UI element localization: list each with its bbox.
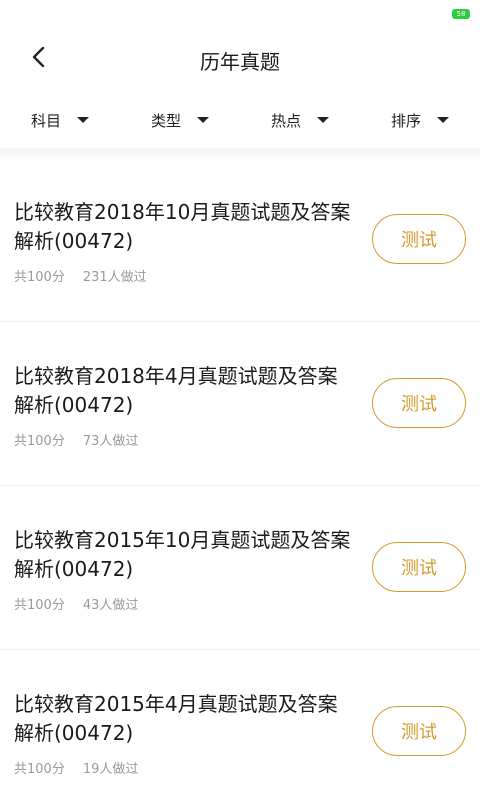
- filter-sort[interactable]: 排序: [360, 92, 480, 148]
- filter-label: 类型: [150, 111, 181, 130]
- item-count: 19人做过: [82, 762, 139, 777]
- filter-subject[interactable]: 科目: [0, 92, 120, 148]
- page-title: 历年真题: [200, 50, 280, 74]
- item-meta: 共100分 231人做过: [14, 266, 147, 285]
- divider: [0, 148, 480, 158]
- list-item[interactable]: 比较教育2018年4月真题试题及答案解析(00472) 共100分 73人做过 测…: [0, 322, 480, 486]
- filter-label: 科目: [30, 111, 61, 130]
- test-button[interactable]: 测试: [372, 542, 466, 592]
- header: 历年真题: [0, 26, 480, 92]
- item-title: 比较教育2018年4月真题试题及答案解析(00472): [14, 364, 338, 417]
- item-score: 共100分: [14, 270, 65, 285]
- item-score: 共100分: [14, 598, 65, 613]
- test-button[interactable]: 测试: [372, 378, 466, 428]
- item-meta: 共100分 73人做过: [14, 430, 138, 449]
- filter-bar: 科目 类型 热点 排序: [0, 92, 480, 148]
- caret-down-icon: [317, 117, 329, 123]
- item-title: 比较教育2018年10月真题试题及答案解析(00472): [14, 200, 351, 253]
- list-item[interactable]: 比较教育2018年10月真题试题及答案解析(00472) 共100分 231人做过…: [0, 158, 480, 322]
- test-button[interactable]: 测试: [372, 706, 466, 756]
- item-count: 231人做过: [82, 270, 147, 285]
- item-score: 共100分: [14, 434, 65, 449]
- caret-down-icon: [197, 117, 209, 123]
- list-item[interactable]: 比较教育2015年4月真题试题及答案解析(00472) 共100分 19人做过 测…: [0, 650, 480, 800]
- caret-down-icon: [437, 117, 449, 123]
- item-title: 比较教育2015年4月真题试题及答案解析(00472): [14, 692, 338, 745]
- item-count: 43人做过: [82, 598, 139, 613]
- item-score: 共100分: [14, 762, 65, 777]
- status-bar: 58: [0, 0, 480, 26]
- exam-list: 比较教育2018年10月真题试题及答案解析(00472) 共100分 231人做过…: [0, 158, 480, 800]
- test-button[interactable]: 测试: [372, 214, 466, 264]
- filter-hot[interactable]: 热点: [240, 92, 360, 148]
- list-item[interactable]: 比较教育2015年10月真题试题及答案解析(00472) 共100分 43人做过 …: [0, 486, 480, 650]
- filter-label: 热点: [270, 111, 301, 130]
- filter-label: 排序: [390, 111, 421, 130]
- filter-type[interactable]: 类型: [120, 92, 240, 148]
- item-meta: 共100分 43人做过: [14, 594, 138, 613]
- item-count: 73人做过: [82, 434, 139, 449]
- battery-icon: 58: [452, 9, 470, 19]
- item-title: 比较教育2015年10月真题试题及答案解析(00472): [14, 528, 351, 581]
- caret-down-icon: [77, 117, 89, 123]
- item-meta: 共100分 19人做过: [14, 758, 138, 777]
